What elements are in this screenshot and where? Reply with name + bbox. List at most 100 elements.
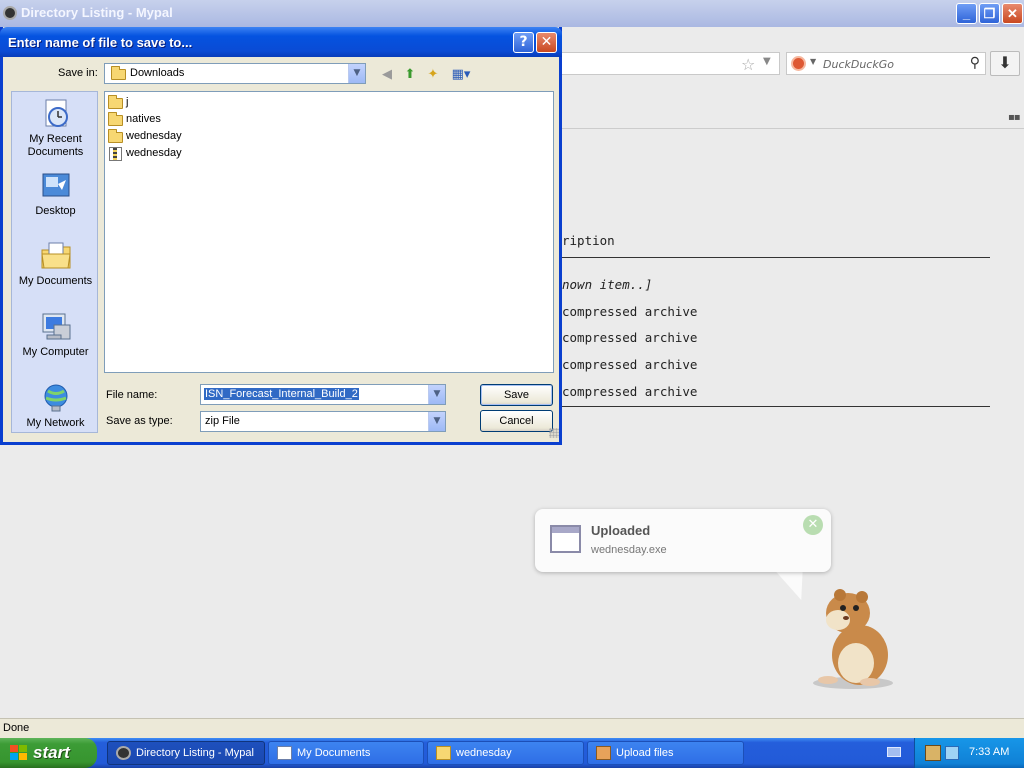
mypal-app-icon xyxy=(3,6,17,20)
file-list[interactable]: j natives wednesday wednesday xyxy=(104,91,554,373)
chevron-down-icon[interactable]: ▼ xyxy=(428,412,445,431)
documents-icon xyxy=(277,746,292,760)
task-upload-files[interactable]: Upload files xyxy=(587,741,744,765)
place-label: My Documents xyxy=(18,275,93,287)
upload-icon xyxy=(596,746,611,760)
my-computer-icon xyxy=(42,313,70,340)
task-my-documents[interactable]: My Documents xyxy=(268,741,424,765)
browser-title: Directory Listing - Mypal xyxy=(21,5,173,20)
back-icon[interactable]: ◀ xyxy=(378,66,396,84)
mypal-icon xyxy=(116,746,131,760)
help-button[interactable]: ? xyxy=(513,32,534,53)
file-name: natives xyxy=(126,113,161,125)
close-icon[interactable]: ✕ xyxy=(803,515,823,535)
url-bar[interactable]: ☆ ▼ xyxy=(560,52,780,75)
save-file-dialog: Enter name of file to save to... ? ✕ Sav… xyxy=(0,27,562,445)
clock: 7:33 AM xyxy=(969,746,1010,758)
save-as-type-label: Save as type: xyxy=(106,415,173,427)
browser-titlebar: Directory Listing - Mypal _ ❐ ✕ xyxy=(0,0,1024,27)
up-folder-icon[interactable]: ⬆ xyxy=(401,66,419,84)
save-button[interactable]: Save xyxy=(480,384,553,406)
listing-row: compressed archive xyxy=(562,330,698,345)
save-as-type-select[interactable]: zip File ▼ xyxy=(200,411,446,432)
places-bar: My Recent Documents Desktop My Documents xyxy=(11,91,98,433)
folder-icon xyxy=(111,66,126,80)
window-icon xyxy=(550,525,581,553)
notification-title: Uploaded xyxy=(591,523,651,538)
place-my-documents[interactable]: My Documents xyxy=(12,240,99,288)
save-in-label: Save in: xyxy=(58,67,98,79)
file-name: j xyxy=(126,96,129,108)
listing-row: compressed archive xyxy=(562,384,698,399)
zip-file-icon xyxy=(109,147,122,161)
browser-navbar: ☆ ▼ ▼ DuckDuckGo ⚲ ⬇ xyxy=(560,48,1024,80)
minimize-button[interactable]: _ xyxy=(956,3,977,24)
start-button[interactable]: start xyxy=(0,738,97,768)
close-window-button[interactable]: ✕ xyxy=(1002,3,1023,24)
place-desktop[interactable]: Desktop xyxy=(12,170,99,218)
view-menu-icon[interactable]: ▦▾ xyxy=(449,66,473,84)
listing-row: compressed archive xyxy=(562,304,698,319)
chevron-down-icon[interactable]: ▼ xyxy=(348,64,365,83)
place-recent-documents[interactable]: My Recent Documents xyxy=(12,98,99,159)
search-input[interactable]: ▼ DuckDuckGo ⚲ xyxy=(786,52,986,75)
notification-filename: wednesday.exe xyxy=(591,544,667,556)
hamster-tray-icon[interactable] xyxy=(925,745,941,761)
dialog-close-button[interactable]: ✕ xyxy=(536,32,557,53)
folder-icon xyxy=(436,746,451,760)
folder-icon xyxy=(108,112,123,126)
task-label: My Documents xyxy=(297,747,371,759)
system-tray: 7:33 AM xyxy=(914,738,1024,768)
chevron-down-icon[interactable]: ▼ xyxy=(810,57,816,66)
cancel-button[interactable]: Cancel xyxy=(480,410,553,432)
place-label: My Network xyxy=(26,417,85,429)
duckduckgo-icon[interactable] xyxy=(791,56,806,71)
my-network-icon xyxy=(44,384,67,412)
chevron-down-icon[interactable]: ▼ xyxy=(428,385,445,404)
file-name-input[interactable]: ISN_Forecast_Internal_Build_2 ▼ xyxy=(200,384,446,405)
desktop-icon xyxy=(42,173,69,197)
new-folder-icon[interactable]: ✦ xyxy=(424,66,442,84)
save-in-select[interactable]: Downloads ▼ xyxy=(104,63,366,84)
grip-icon: ▪▪ xyxy=(1008,112,1021,123)
recent-documents-icon xyxy=(45,99,68,127)
task-label: Upload files xyxy=(616,747,674,759)
my-documents-icon xyxy=(40,242,71,269)
file-name-value: ISN_Forecast_Internal_Build_2 xyxy=(204,388,359,400)
task-directory-listing[interactable]: Directory Listing - Mypal xyxy=(107,741,265,765)
place-my-network[interactable]: My Network xyxy=(12,382,99,430)
maximize-button[interactable]: ❐ xyxy=(979,3,1000,24)
search-placeholder: DuckDuckGo xyxy=(823,58,894,71)
folder-icon xyxy=(108,129,123,143)
place-label: Desktop xyxy=(35,205,76,217)
status-bar: Done xyxy=(0,718,1024,738)
listing-divider xyxy=(562,406,990,407)
hamster-mascot[interactable] xyxy=(808,585,898,690)
listing-header: ription xyxy=(562,233,615,248)
downloads-button[interactable]: ⬇ xyxy=(990,51,1020,76)
keyboard-icon[interactable] xyxy=(887,747,901,757)
status-text: Done xyxy=(3,722,30,734)
file-name: wednesday xyxy=(126,130,182,142)
upload-notification[interactable]: Uploaded wednesday.exe ✕ xyxy=(535,509,831,572)
task-label: wednesday xyxy=(456,747,512,759)
network-tray-icon[interactable] xyxy=(945,746,959,760)
chevron-down-icon[interactable]: ▼ xyxy=(763,56,771,67)
save-in-value: Downloads xyxy=(130,67,185,79)
search-icon[interactable]: ⚲ xyxy=(970,55,980,71)
resize-grip[interactable] xyxy=(549,428,559,438)
place-label: My Recent Documents xyxy=(27,133,84,158)
listing-divider xyxy=(562,257,990,258)
taskbar: start Directory Listing - Mypal My Docum… xyxy=(0,738,1024,768)
bookmark-star-icon[interactable]: ☆ xyxy=(741,55,755,74)
windows-logo-icon xyxy=(10,745,28,761)
place-my-computer[interactable]: My Computer xyxy=(12,311,99,359)
file-name: wednesday xyxy=(126,147,182,159)
start-label: start xyxy=(33,743,70,762)
listing-row: nown item..] xyxy=(562,277,653,292)
dialog-titlebar: Enter name of file to save to... ? ✕ xyxy=(0,27,562,57)
dialog-title: Enter name of file to save to... xyxy=(8,35,193,50)
listing-row: compressed archive xyxy=(562,357,698,372)
place-label: My Computer xyxy=(22,346,89,358)
task-wednesday[interactable]: wednesday xyxy=(427,741,584,765)
